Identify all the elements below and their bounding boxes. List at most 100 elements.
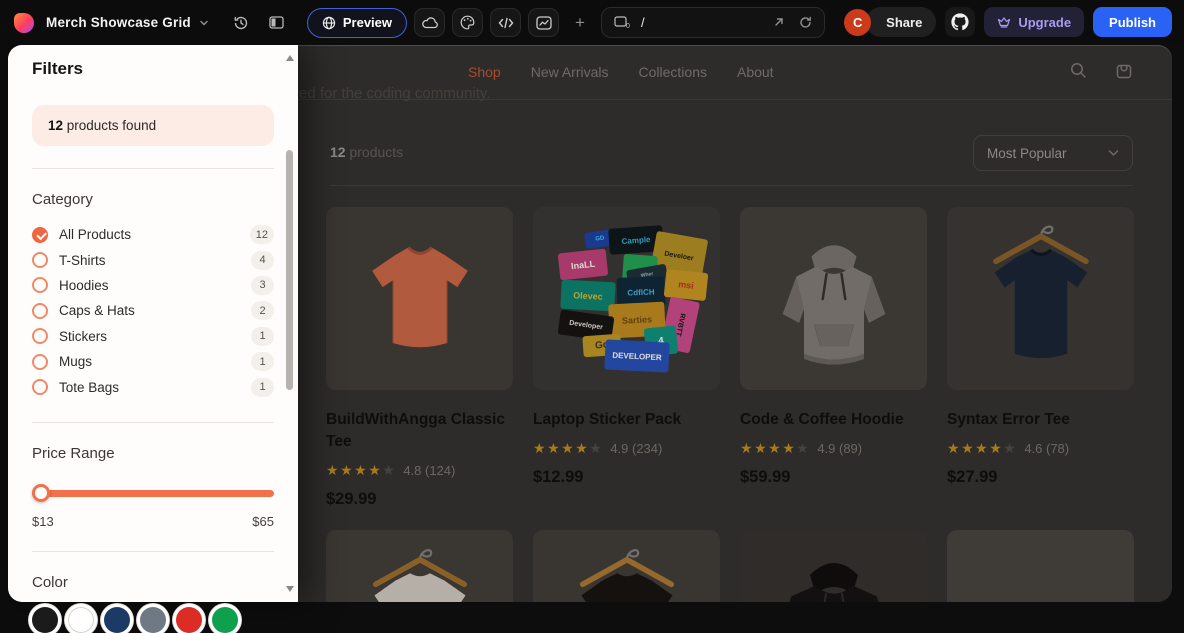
- cart-bag-icon[interactable]: [1116, 62, 1132, 79]
- code-button[interactable]: [490, 8, 522, 37]
- swatch-red[interactable]: [176, 606, 202, 633]
- publish-button[interactable]: Publish: [1093, 7, 1172, 37]
- count-badge: 3: [251, 275, 274, 295]
- count-badge: 1: [251, 352, 274, 372]
- price-max: $65: [252, 513, 274, 529]
- radio-icon[interactable]: [32, 302, 48, 319]
- preview-url-bar[interactable]: 0 /: [601, 7, 825, 38]
- swatch-green[interactable]: [212, 606, 238, 633]
- product-image-black-shirt[interactable]: [533, 530, 720, 602]
- add-page-button[interactable]: +: [569, 13, 591, 33]
- product-card[interactable]: [947, 530, 1134, 602]
- slider-knob[interactable]: [32, 483, 50, 502]
- swatch-white[interactable]: [68, 606, 94, 633]
- product-name[interactable]: Code & Coffee Hoodie: [740, 409, 927, 431]
- sort-dropdown[interactable]: Most Popular: [973, 135, 1133, 171]
- scroll-down-icon[interactable]: [286, 586, 294, 592]
- product-card[interactable]: [740, 530, 927, 602]
- star-icon: ★: [533, 440, 548, 456]
- swatch-navy[interactable]: [104, 606, 130, 633]
- svg-text:0: 0: [626, 23, 630, 29]
- product-image-white-shirt[interactable]: [326, 530, 513, 602]
- chevron-down-icon: [1108, 149, 1119, 157]
- divider: [32, 168, 274, 169]
- product-image-orange-tee[interactable]: [326, 207, 513, 390]
- category-option-hoodies[interactable]: Hoodies 3: [32, 273, 274, 298]
- product-count: 12 products: [330, 144, 404, 160]
- project-menu-chevron-icon[interactable]: [199, 18, 209, 28]
- radio-icon[interactable]: [32, 226, 48, 243]
- product-card[interactable]: GD Cample Develoer InaLL Wher Olevec Cdf…: [533, 207, 720, 530]
- breakpoint-icon[interactable]: 0: [614, 16, 631, 29]
- product-card[interactable]: [533, 530, 720, 602]
- divider: [32, 550, 274, 552]
- category-option-stickers[interactable]: Stickers 1: [32, 324, 274, 349]
- url-path[interactable]: /: [641, 15, 773, 30]
- price-min: $13: [32, 513, 54, 529]
- product-card[interactable]: Syntax Error Tee ★ ★ ★ ★ ★ 4.6 (78) $27.99: [947, 207, 1134, 530]
- project-title[interactable]: Merch Showcase Grid: [46, 15, 191, 30]
- count-badge: 4: [251, 250, 274, 270]
- category-option-caps-hats[interactable]: Caps & Hats 2: [32, 298, 274, 323]
- sidebar-toggle-icon[interactable]: [263, 10, 291, 36]
- app-logo-icon[interactable]: [14, 12, 34, 33]
- price-slider[interactable]: [32, 483, 274, 502]
- results-banner: 12 products found: [32, 105, 274, 146]
- product-image-sticker-pack[interactable]: GD Cample Develoer InaLL Wher Olevec Cdf…: [533, 207, 720, 390]
- category-option-mugs[interactable]: Mugs 1: [32, 349, 274, 374]
- theme-palette-button[interactable]: [452, 8, 484, 37]
- nav-item-new-arrivals[interactable]: New Arrivals: [531, 64, 609, 80]
- nav-item-shop[interactable]: Shop: [468, 64, 501, 80]
- product-name[interactable]: Laptop Sticker Pack: [533, 409, 720, 431]
- product-card[interactable]: BuildWithAngga Classic Tee ★ ★ ★ ★ ★ 4.8 (12…: [326, 207, 513, 530]
- category-section-label: Category: [32, 191, 93, 208]
- search-icon[interactable]: [1070, 62, 1087, 79]
- product-image-black-hoodie[interactable]: [740, 530, 927, 602]
- cloud-export-button[interactable]: [414, 8, 446, 37]
- github-button[interactable]: [945, 7, 976, 37]
- globe-icon: [322, 16, 336, 30]
- category-option-t-shirts[interactable]: T-Shirts 4: [32, 247, 274, 272]
- radio-icon[interactable]: [32, 379, 48, 396]
- version-history-icon[interactable]: [227, 10, 255, 36]
- star-icon: ★: [382, 462, 397, 478]
- upgrade-button[interactable]: Upgrade: [984, 7, 1085, 37]
- scrollbar-thumb[interactable]: [286, 150, 293, 390]
- price-section-label: Price Range: [32, 444, 115, 462]
- product-image-gray-hoodie[interactable]: [740, 207, 927, 390]
- product-image-black-cap[interactable]: [947, 530, 1134, 602]
- shop-nav: Shop New Arrivals Collections About: [468, 64, 774, 80]
- nav-item-collections[interactable]: Collections: [639, 64, 707, 80]
- count-badge: 12: [249, 225, 274, 245]
- star-icon: ★: [961, 440, 976, 456]
- product-card[interactable]: [326, 530, 513, 602]
- product-image-navy-tee[interactable]: [947, 207, 1134, 390]
- radio-icon[interactable]: [32, 328, 48, 345]
- color-section-label: Color: [32, 573, 68, 591]
- scroll-up-icon[interactable]: [286, 55, 294, 61]
- radio-icon[interactable]: [32, 252, 48, 269]
- open-external-icon[interactable]: [773, 16, 785, 29]
- user-avatar[interactable]: C: [844, 8, 872, 36]
- star-icon: ★: [754, 440, 769, 456]
- drawer-scrollbar[interactable]: [285, 49, 295, 598]
- product-rating: ★ ★ ★ ★ ★ 4.9 (89): [740, 440, 863, 456]
- refresh-icon[interactable]: [799, 16, 812, 29]
- slider-track[interactable]: [32, 489, 274, 497]
- product-card[interactable]: Code & Coffee Hoodie ★ ★ ★ ★ ★ 4.9 (89) $59.…: [740, 207, 927, 530]
- product-name[interactable]: BuildWithAngga Classic Tee: [326, 409, 513, 453]
- category-list: All Products 12 T-Shirts 4 Hoodies 3 Cap…: [32, 222, 274, 400]
- star-icon: ★: [975, 440, 990, 456]
- radio-icon[interactable]: [32, 353, 48, 370]
- analytics-button[interactable]: [528, 8, 560, 37]
- swatch-gray[interactable]: [140, 606, 166, 633]
- category-option-all-products[interactable]: All Products 12: [32, 222, 274, 247]
- count-badge: 1: [251, 377, 274, 397]
- radio-icon[interactable]: [32, 277, 48, 294]
- swatch-black[interactable]: [32, 606, 58, 633]
- share-button[interactable]: Share: [866, 7, 937, 37]
- nav-item-about[interactable]: About: [737, 64, 774, 80]
- category-option-tote-bags[interactable]: Tote Bags 1: [32, 374, 274, 399]
- product-name[interactable]: Syntax Error Tee: [947, 409, 1134, 431]
- preview-button[interactable]: Preview: [306, 7, 408, 38]
